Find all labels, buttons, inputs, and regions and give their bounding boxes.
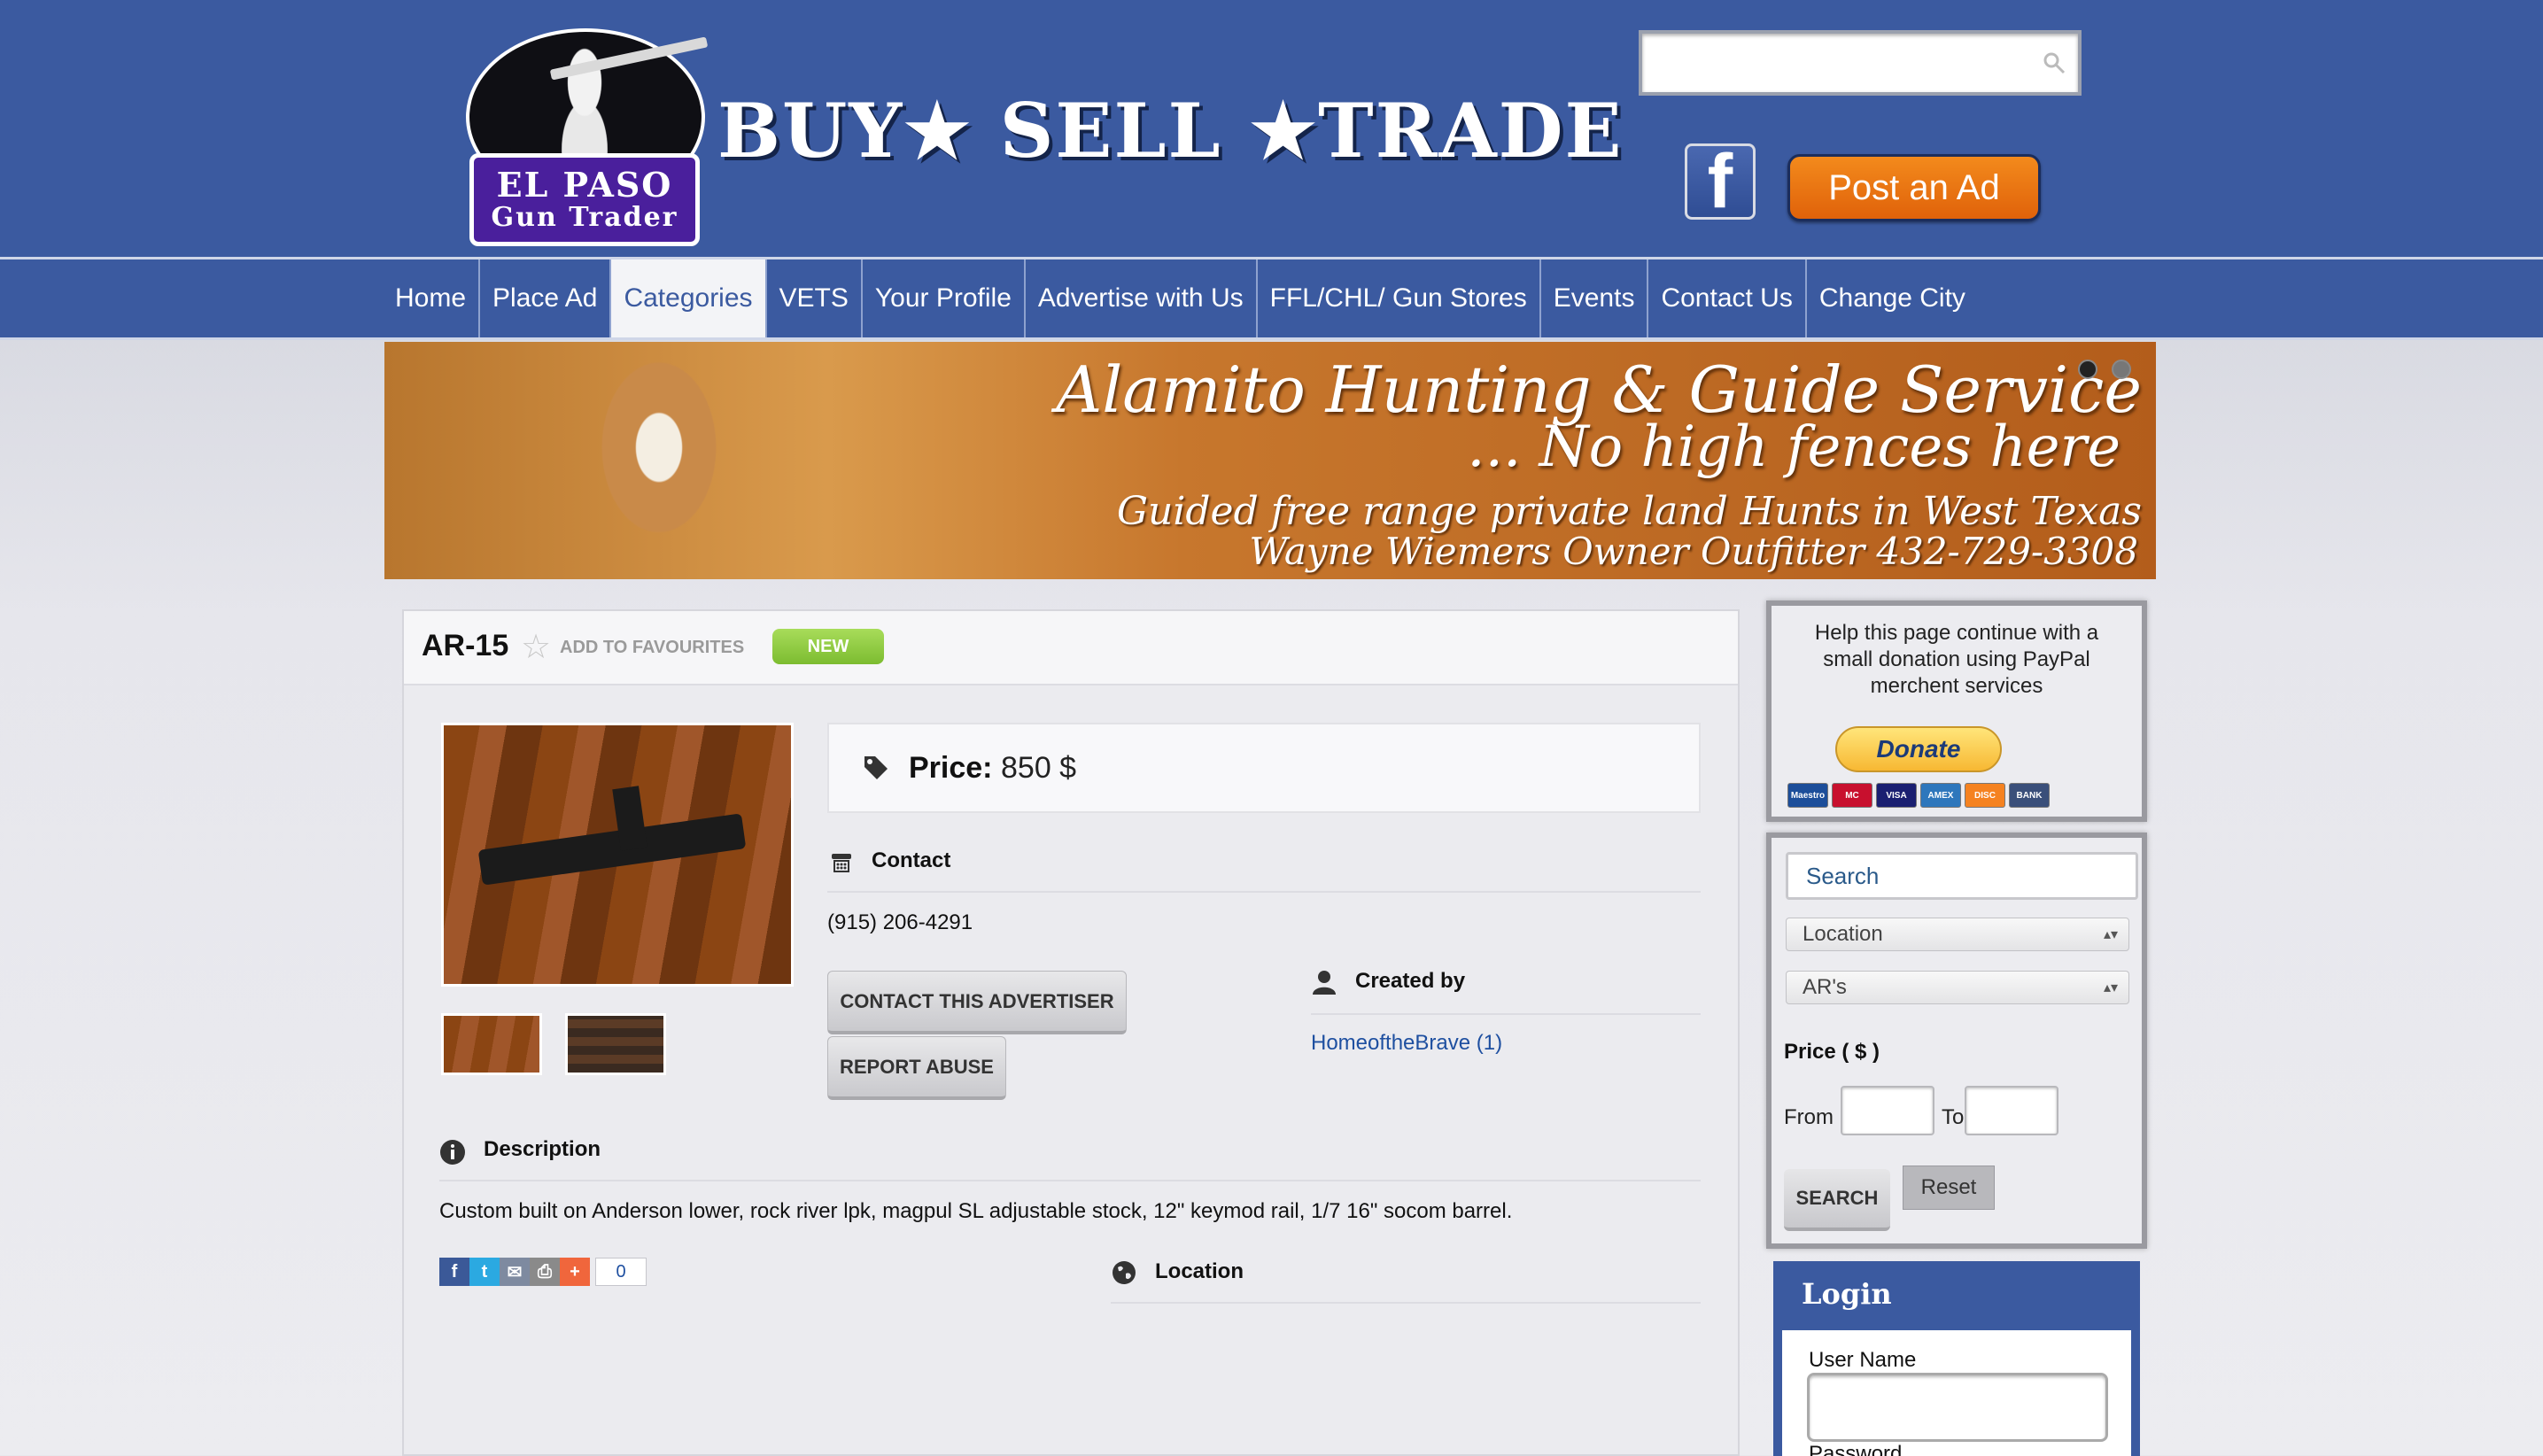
price-box: Price: 850 $ [827,723,1701,813]
login-header: Login [1802,1277,1892,1311]
print-share-icon[interactable]: ⎙ [530,1258,560,1286]
search-widget: Search Location ▴▾ AR's ▴▾ Price ( $ ) F… [1766,833,2147,1249]
banner-antelope-image [570,360,748,579]
email-share-icon[interactable]: ✉ [500,1258,530,1286]
star-icon[interactable]: ☆ [521,627,551,667]
nav-item-advertise-with-us[interactable]: Advertise with Us [1026,259,1258,337]
nav-item-events[interactable]: Events [1541,259,1649,337]
facebook-icon[interactable]: f [1685,143,1756,220]
location-select-value: Location [1803,922,1883,946]
phone-icon [832,854,851,872]
globe-icon [1113,1261,1136,1284]
ad-banner[interactable]: Alamito Hunting & Guide Service ... No h… [384,342,2156,579]
location-header: Location [1155,1259,1244,1283]
listing-titlebar: AR-15 ☆ ADD TO FAVOURITES NEW [404,611,1738,685]
price-from-label: From [1784,1105,1834,1129]
new-badge: NEW [772,629,884,664]
contact-advertiser-button[interactable]: CONTACT THIS ADVERTISER [827,971,1127,1034]
price-range-label: Price ( $ ) [1784,1040,1880,1064]
payment-card-icon: MC [1832,783,1872,808]
site-header: EL PASO Gun Trader BUY★ SELL ★TRADE f Po… [0,0,2543,257]
rifle-image [477,813,747,886]
created-by-header: Created by [1355,969,1466,993]
donate-widget: Help this page continue with a small don… [1766,600,2147,822]
nav-item-ffl-chl-gun-stores[interactable]: FFL/CHL/ Gun Stores [1258,259,1541,337]
nav-item-vets[interactable]: VETS [767,259,863,337]
description-text: Custom built on Anderson lower, rock riv… [439,1199,1513,1223]
site-tagline: BUY★ SELL ★TRADE [717,87,1624,174]
price-to-input[interactable] [1965,1086,2058,1135]
nav-item-change-city[interactable]: Change City [1807,259,1978,337]
donate-message: Help this page continue with a small don… [1814,621,2099,698]
payment-card-icon: DISC [1965,783,2005,808]
share-bar: f t ✉ ⎙ + 0 [439,1258,647,1286]
share-count: 0 [595,1258,647,1286]
payment-card-icon: AMEX [1920,783,1961,808]
divider [439,1180,1701,1181]
divider [1311,1013,1701,1015]
payment-cards: Maestro MC VISA AMEX DISC BANK [1787,783,2050,808]
photo-thumbnail-2[interactable] [565,1013,666,1075]
banner-dot-1[interactable] [2078,360,2097,379]
nav-item-home[interactable]: Home [383,259,481,337]
banner-subtitle: ... No high fences here [1467,414,2120,480]
nav-item-categories[interactable]: Categories [611,259,767,337]
nav-item-contact-us[interactable]: Contact Us [1648,259,1807,337]
reset-button[interactable]: Reset [1903,1166,1995,1210]
listing-panel: AR-15 ☆ ADD TO FAVOURITES NEW Price: 850… [402,609,1740,1456]
description-header: Description [484,1137,601,1161]
select-arrows-icon: ▴▾ [2103,927,2118,942]
report-abuse-button[interactable]: REPORT ABUSE [827,1036,1006,1100]
search-icon[interactable] [2043,51,2066,74]
main-nav: Home Place Ad Categories VETS Your Profile Ad… [0,257,2543,340]
more-share-icon[interactable]: + [560,1258,590,1286]
category-select-value: AR's [1803,975,1847,999]
listing-title: AR-15 [422,629,509,662]
banner-dot-2[interactable] [2112,360,2131,379]
payment-card-icon: VISA [1876,783,1917,808]
username-input[interactable] [1807,1373,2108,1442]
password-label: Password [1809,1442,1903,1456]
sidebar-search-input[interactable]: Search [1786,852,2138,900]
location-select[interactable]: Location ▴▾ [1786,918,2129,951]
logo-line1: EL PASO [496,164,673,205]
payment-card-icon: BANK [2009,783,2050,808]
nav-list: Home Place Ad Categories VETS Your Profile Ad… [383,259,1978,337]
post-ad-button[interactable]: Post an Ad [1787,154,2041,221]
price-tag-icon [864,756,888,779]
banner-line4: Wayne Wiemers Owner Outfitter 432-729-33… [1249,530,2138,573]
price-value: 850 $ [1001,751,1077,785]
photo-thumbnail-1[interactable] [441,1013,542,1075]
paypal-donate-button[interactable]: Donate [1835,726,2002,772]
price-to-label: To [1942,1105,1965,1129]
price-from-input[interactable] [1841,1086,1934,1135]
contact-phone[interactable]: (915) 206-4291 [827,910,973,935]
username-label: User Name [1809,1348,1917,1372]
price-label: Price: [909,751,993,785]
listing-main-photo[interactable] [441,723,794,987]
logo-plate: EL PASO Gun Trader [469,153,700,246]
creator-profile-link[interactable]: HomeoftheBrave (1) [1311,1031,1502,1056]
logo-line2: Gun Trader [491,201,678,233]
nav-item-place-ad[interactable]: Place Ad [480,259,612,337]
header-search-input[interactable] [1639,30,2082,96]
facebook-share-icon[interactable]: f [439,1258,469,1286]
select-arrows-icon: ▴▾ [2103,980,2118,995]
nav-item-your-profile[interactable]: Your Profile [863,259,1026,337]
site-logo[interactable]: EL PASO Gun Trader [461,16,713,259]
info-icon [440,1140,465,1165]
divider [1111,1302,1701,1304]
category-select[interactable]: AR's ▴▾ [1786,971,2129,1004]
login-widget: Login User Name Password [1773,1261,2140,1456]
divider [827,891,1701,893]
user-icon [1313,971,1336,995]
contact-header: Contact [872,848,951,872]
banner-line3: Guided free range private land Hunts in … [1116,489,2142,534]
add-to-favourites-link[interactable]: ADD TO FAVOURITES [560,638,744,658]
payment-card-icon: Maestro [1787,783,1828,808]
search-button[interactable]: SEARCH [1784,1169,1890,1231]
twitter-share-icon[interactable]: t [469,1258,500,1286]
